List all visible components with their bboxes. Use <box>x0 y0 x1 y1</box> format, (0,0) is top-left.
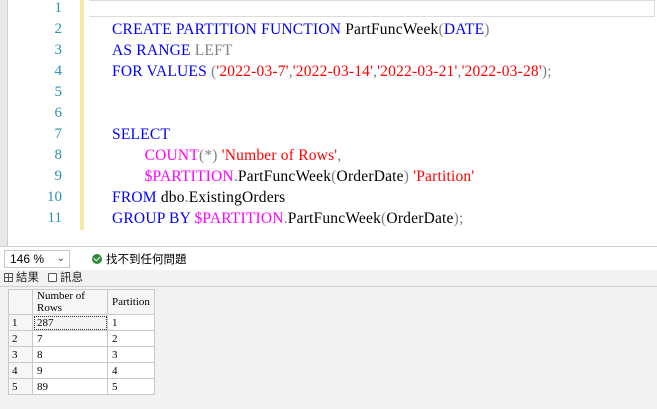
current-line-highlight <box>89 0 655 17</box>
editor-left-margin <box>0 0 8 246</box>
code-token: ) <box>403 168 414 185</box>
line-number-gutter: 1 2 3 4 5 6 7 8 9 10 11 <box>8 0 68 246</box>
grid-cell[interactable]: 8 <box>32 346 108 363</box>
code-line[interactable]: FROM dbo.ExistingOrders <box>112 187 285 208</box>
code-token: SELECT <box>112 126 171 143</box>
results-tab-strip: 結果 訊息 <box>0 270 657 287</box>
table-row[interactable]: 2 7 2 <box>8 330 155 347</box>
code-token: CREATE PARTITION FUNCTION <box>112 21 346 38</box>
code-token: PartFuncWeek <box>345 21 439 38</box>
table-row[interactable]: 3 8 3 <box>8 346 155 363</box>
query-editor[interactable]: 1 2 3 4 5 6 7 8 9 10 11 CREATE PARTITION FUNCTION … <box>0 0 657 246</box>
message-icon <box>48 273 57 282</box>
line-number: 4 <box>54 63 63 79</box>
grid-cell[interactable]: 89 <box>32 378 108 395</box>
tab-messages-label: 訊息 <box>60 272 83 284</box>
code-token: '2022-03-28' <box>461 63 542 80</box>
code-token: AS RANGE <box>112 42 195 59</box>
code-token: '2022-03-7' <box>216 63 289 80</box>
row-header[interactable]: 3 <box>8 346 33 363</box>
code-token: '2022-03-21' <box>377 63 458 80</box>
code-token: ); <box>541 63 552 80</box>
row-header[interactable]: 5 <box>8 378 33 395</box>
code-token: FROM <box>112 189 161 206</box>
code-token: ) <box>484 21 490 38</box>
grid-cell[interactable]: 5 <box>107 378 155 395</box>
zoom-dropdown[interactable]: 146 % ⌄ <box>4 250 70 268</box>
line-number: 11 <box>47 210 62 226</box>
table-row[interactable]: 1 287 1 <box>8 314 155 331</box>
code-token: FOR VALUES <box>112 63 211 80</box>
code-token: '2022-03-14' <box>292 63 374 80</box>
line-number: 3 <box>54 42 63 58</box>
results-pane: 結果 訊息 Number of Rows Partition 1 287 1 2… <box>0 270 657 409</box>
code-token: PartFuncWeek <box>287 210 382 227</box>
tab-results[interactable]: 結果 <box>4 271 39 286</box>
change-tracking-bar <box>80 0 84 230</box>
code-token: $PARTITION <box>194 210 284 227</box>
line-number: 10 <box>47 189 62 205</box>
code-token: dbo <box>160 189 185 206</box>
code-token: OrderDate <box>386 210 454 227</box>
grid-corner-cell[interactable] <box>8 289 33 315</box>
zoom-value: 146 % <box>10 252 45 266</box>
code-token: COUNT <box>144 147 199 164</box>
column-header-number-of-rows[interactable]: Number of Rows <box>32 289 108 315</box>
code-line[interactable]: $PARTITION.PartFuncWeek(OrderDate) 'Part… <box>112 166 475 187</box>
code-token: PartFuncWeek <box>237 168 332 185</box>
code-token: 'Number of Rows' <box>221 147 338 164</box>
grid-cell[interactable]: 287 <box>32 314 108 331</box>
grid-cell[interactable]: 1 <box>107 314 155 331</box>
code-line[interactable]: GROUP BY $PARTITION.PartFuncWeek(OrderDa… <box>112 208 464 229</box>
code-line[interactable]: FOR VALUES ('2022-03-7','2022-03-14','20… <box>112 61 552 82</box>
grid-icon <box>4 273 13 282</box>
line-number: 6 <box>54 105 63 121</box>
check-circle-icon <box>92 254 102 264</box>
code-token: (*) <box>199 147 222 164</box>
code-token: ExistingOrders <box>188 189 286 206</box>
grid-cell[interactable]: 9 <box>32 362 108 379</box>
line-number: 1 <box>54 0 63 16</box>
code-token: GROUP BY <box>112 210 195 227</box>
tab-messages[interactable]: 訊息 <box>48 271 83 286</box>
code-line[interactable]: AS RANGE LEFT <box>112 40 233 61</box>
table-row[interactable]: 5 89 5 <box>8 378 155 395</box>
code-token: , <box>337 147 342 164</box>
grid-cell[interactable]: 3 <box>107 346 155 363</box>
table-row[interactable]: 4 9 4 <box>8 362 155 379</box>
code-token: DATE <box>443 21 485 38</box>
grid-header-row: Number of Rows Partition <box>8 289 155 315</box>
editor-status-bar: 146 % ⌄ 找不到任何問題 <box>0 246 657 270</box>
code-token: LEFT <box>194 42 233 59</box>
chevron-down-icon[interactable]: ⌄ <box>57 251 65 267</box>
line-number: 9 <box>54 168 63 184</box>
code-token: ); <box>453 210 464 227</box>
grid-cell[interactable]: 7 <box>32 330 108 347</box>
code-line[interactable]: COUNT(*) 'Number of Rows', <box>112 145 342 166</box>
code-token: $PARTITION <box>144 168 234 185</box>
row-header[interactable]: 2 <box>8 330 33 347</box>
row-header[interactable]: 4 <box>8 362 33 379</box>
issues-status-text: 找不到任何問題 <box>106 254 187 266</box>
line-number: 8 <box>54 147 63 163</box>
column-header-partition[interactable]: Partition <box>107 289 155 315</box>
tab-divider <box>0 286 657 287</box>
line-number: 2 <box>54 21 63 37</box>
code-token: OrderDate <box>336 168 404 185</box>
grid-cell[interactable]: 2 <box>107 330 155 347</box>
code-token: 'Partition' <box>413 168 475 185</box>
grid-cell[interactable]: 4 <box>107 362 155 379</box>
code-line[interactable]: SELECT <box>112 124 170 145</box>
row-header[interactable]: 1 <box>8 314 33 331</box>
code-line[interactable]: CREATE PARTITION FUNCTION PartFuncWeek(D… <box>112 19 490 40</box>
line-number: 7 <box>54 126 63 142</box>
results-grid[interactable]: Number of Rows Partition 1 287 1 2 7 2 3… <box>8 289 155 395</box>
tab-results-label: 結果 <box>16 272 39 284</box>
line-number: 5 <box>54 84 63 100</box>
